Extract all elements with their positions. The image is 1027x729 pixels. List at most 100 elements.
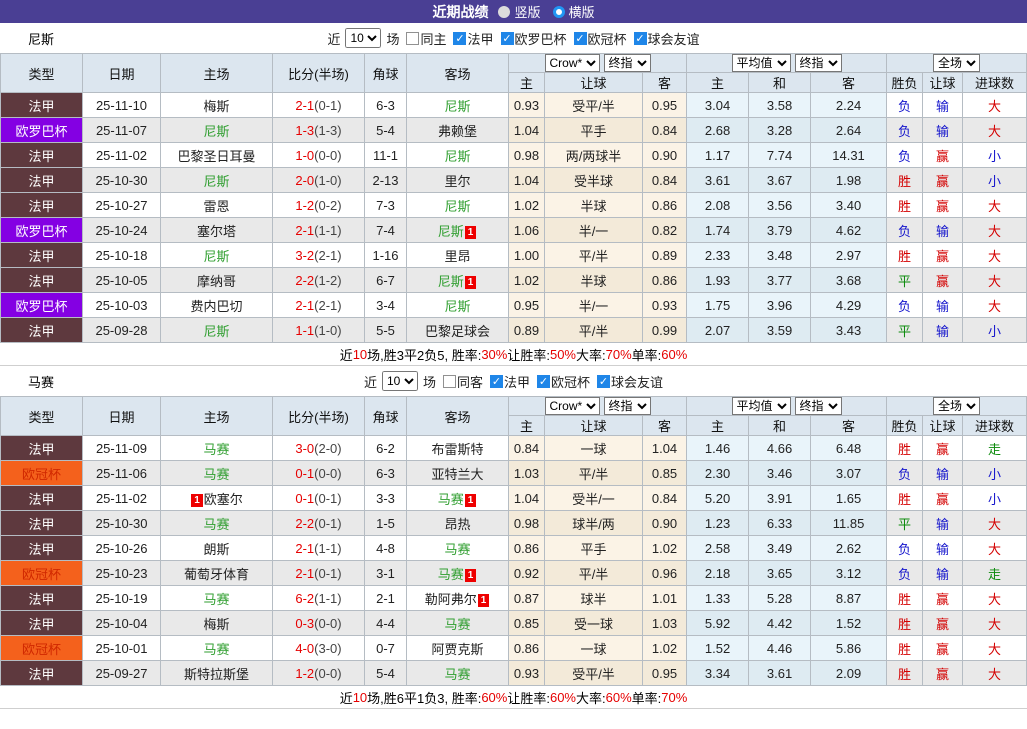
summary-text: 单率: (631, 347, 662, 363)
period-select[interactable]: 全场 (933, 397, 981, 415)
home-team-cell: 1 欧塞尔 (160, 485, 273, 511)
team-name: 马赛 (444, 666, 471, 682)
summary-text: 60% (661, 346, 688, 362)
team-name: 塞尔塔 (196, 223, 236, 239)
team-name: 尼斯 (203, 173, 230, 189)
avg-draw-cell: 3.49 (748, 535, 812, 561)
league-filter-checkbox[interactable]: ✓ (537, 374, 551, 388)
halftime-score: (1-0) (314, 172, 342, 188)
result-goals-cell: 小 (962, 167, 1027, 193)
same-venue-filter-checkbox[interactable] (442, 374, 456, 388)
date-cell: 25-10-30 (82, 167, 161, 193)
league-filter-checkbox[interactable]: ✓ (597, 374, 611, 388)
league-filter-label: 欧罗巴杯 (514, 31, 567, 47)
summary-text: 单率: (631, 690, 662, 706)
handicap-cell: 球半/两 (544, 510, 643, 536)
team-name: 里尔 (444, 173, 471, 189)
team-name: 勒阿弗尔 (424, 591, 477, 607)
avg-source-select[interactable]: 终指 (794, 397, 842, 415)
league-cell: 欧冠杯 (0, 560, 83, 586)
odds-source-select[interactable]: 终指 (603, 54, 651, 72)
league-filter-label: 法甲 (467, 31, 494, 47)
column-header: 客 (810, 415, 888, 436)
view-toggle: 竖版 横版 (498, 2, 595, 21)
column-header: 主 (508, 415, 545, 436)
recent-count-select[interactable]: 10 (381, 371, 418, 391)
view-option[interactable]: 竖版 (498, 2, 541, 21)
result-outcome-cell: 胜 (886, 635, 924, 661)
result-outcome-cell: 负 (886, 142, 924, 168)
halftime-score: (0-0) (314, 615, 342, 631)
avg-source-select[interactable]: 平均值 (731, 397, 791, 415)
date-cell: 25-09-27 (82, 660, 161, 686)
summary-text: 10 (352, 689, 368, 705)
league-filter-checkbox[interactable]: ✓ (633, 31, 647, 45)
score-cell: 6-2(1-1) (272, 585, 365, 611)
avg-away-cell: 3.12 (810, 560, 888, 586)
away-team-cell: 尼斯 1 (406, 267, 509, 293)
result-handicap-cell: 赢 (922, 635, 964, 661)
league-filter-checkbox[interactable]: ✓ (500, 31, 514, 45)
column-header: 类型 (0, 396, 83, 436)
avg-away-cell: 3.43 (810, 317, 888, 343)
result-handicap-cell: 赢 (922, 485, 964, 511)
odds-source-select[interactable]: Crow* (544, 397, 600, 415)
avg-group-header: 平均值 终指 (686, 53, 888, 73)
odds-source-select[interactable]: 终指 (603, 397, 651, 415)
view-option[interactable]: 横版 (552, 2, 595, 21)
away-team-cell: 弗赖堡 (406, 117, 509, 143)
same-venue-filter-label: 同主 (420, 31, 447, 47)
odds-source-select[interactable]: Crow* (544, 54, 600, 72)
fulltime-score: 2-1 (295, 540, 315, 556)
match-row: 欧冠杯 25-11-06 马赛 0-1(0-0) 6-3 亚特兰大 1.03 平/半 0.85 2… (0, 460, 1027, 486)
result-goals-cell: 走 (962, 435, 1027, 461)
fulltime-score: 6-2 (295, 590, 315, 606)
avg-home-cell: 3.34 (686, 660, 750, 686)
corners-cell: 6-3 (364, 92, 407, 118)
match-row: 法甲 25-10-19 马赛 6-2(1-1) 2-1 勒阿弗尔 1 0.87 球半 1.01 1.… (0, 585, 1027, 611)
league-filter-checkbox[interactable]: ✓ (453, 31, 467, 45)
summary-text: 场,胜6平1负3, 胜率: (367, 690, 482, 706)
score-cell: 1-1(1-0) (272, 317, 365, 343)
fulltime-score: 0-1 (295, 490, 315, 506)
avg-home-cell: 1.17 (686, 142, 750, 168)
odds-away-cell: 1.02 (641, 635, 688, 661)
match-row: 法甲 25-09-27 斯特拉斯堡 1-2(0-0) 5-4 马赛 0.93 受平/半 0.95… (0, 660, 1027, 686)
team-name: 马赛 (203, 641, 230, 657)
column-header: 主 (686, 415, 750, 436)
summary-text: 60% (549, 689, 576, 705)
result-outcome-cell: 胜 (886, 192, 924, 218)
fulltime-score: 1-2 (295, 197, 315, 213)
league-filter-checkbox[interactable]: ✓ (573, 31, 587, 45)
column-header: 让球 (922, 415, 964, 436)
team-name: 斯特拉斯堡 (183, 666, 249, 682)
result-goals-cell: 大 (962, 535, 1027, 561)
league-cell: 法甲 (0, 92, 83, 118)
summary-text: 70% (661, 689, 688, 705)
avg-source-select[interactable]: 终指 (794, 54, 842, 72)
recent-count-select[interactable]: 10 (345, 28, 382, 48)
match-row: 法甲 25-10-18 尼斯 3-2(2-1) 1-16 里昂 1.00 平/半 0.89 2.3… (0, 242, 1027, 268)
league-filter-checkbox[interactable]: ✓ (490, 374, 503, 388)
league-cell: 法甲 (0, 267, 83, 293)
period-select[interactable]: 全场 (933, 54, 981, 72)
away-team-cell: 尼斯 (406, 192, 509, 218)
away-team-cell: 马赛 1 (406, 560, 509, 586)
odds-home-cell: 0.89 (508, 317, 545, 343)
odds-away-cell: 1.03 (641, 610, 688, 636)
summary-text: 70% (605, 346, 632, 362)
same-venue-filter-checkbox[interactable] (406, 31, 420, 45)
view-option-label: 横版 (568, 5, 595, 20)
avg-home-cell: 1.93 (686, 267, 750, 293)
date-cell: 25-10-05 (82, 267, 161, 293)
match-row: 法甲 25-10-04 梅斯 0-3(0-0) 4-4 马赛 0.85 受一球 1.03 5.92… (0, 610, 1027, 636)
result-outcome-cell: 胜 (886, 435, 924, 461)
result-goals-cell: 大 (962, 610, 1027, 636)
column-header: 客场 (406, 396, 509, 436)
result-goals-cell: 小 (962, 317, 1027, 343)
team-name: 尼斯 (437, 223, 464, 239)
avg-away-cell: 1.52 (810, 610, 888, 636)
home-team-cell: 葡萄牙体育 (160, 560, 273, 586)
fulltime-score: 2-2 (295, 272, 315, 288)
avg-source-select[interactable]: 平均值 (731, 54, 791, 72)
